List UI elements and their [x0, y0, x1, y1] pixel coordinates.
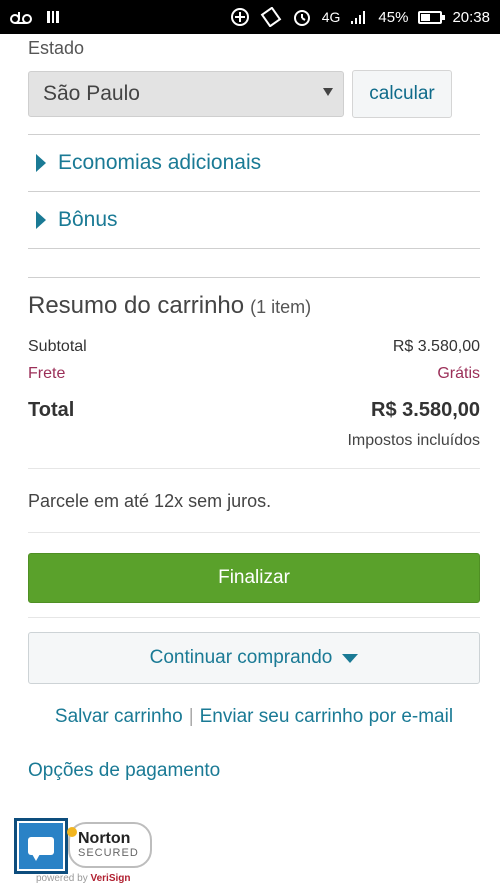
cart-links: Salvar carrinho | Enviar seu carrinho po… [28, 706, 480, 728]
installments-text: Parcele em até 12x sem juros. [28, 491, 272, 511]
dropdown-arrow-icon [323, 88, 333, 96]
estado-select[interactable]: São Paulo [28, 71, 344, 117]
divider [28, 277, 480, 278]
chevron-down-icon [342, 653, 359, 663]
expander-label: Economias adicionais [58, 151, 262, 174]
expander-economias[interactable]: Economias adicionais [28, 135, 480, 192]
divider [28, 532, 480, 533]
status-bar: 4G 45% 20:38 [0, 0, 500, 34]
data-saver-icon [230, 7, 250, 27]
item-count: (1 item) [250, 297, 312, 317]
expand-triangle-icon [36, 211, 46, 229]
frete-label: Frete [28, 365, 66, 382]
chat-button[interactable] [14, 818, 68, 874]
powered-by-verisign: powered by VeriSign [36, 873, 131, 884]
clock: 20:38 [452, 8, 490, 26]
expand-triangle-icon [36, 154, 46, 172]
summary-title: Resumo do carrinho (1 item) [28, 292, 480, 320]
total-row: Total R$ 3.580,00 [28, 399, 480, 422]
norton-check-icon [67, 827, 77, 837]
frete-value: Grátis [437, 365, 480, 382]
link-separator: | [188, 706, 194, 727]
frete-row: Frete Grátis [28, 365, 480, 383]
subtotal-label: Subtotal [28, 338, 87, 355]
verisign-brand: VeriSign [90, 873, 131, 884]
norton-secured-text: SECURED [78, 847, 139, 859]
taxes-note: Impostos incluídos [347, 432, 480, 449]
continuar-comprando-button[interactable]: Continuar comprando [28, 632, 480, 684]
total-label: Total [28, 399, 75, 421]
voicemail-icon [10, 10, 32, 24]
rotate-icon [260, 7, 282, 27]
chat-bubble-icon [28, 837, 54, 861]
enviar-carrinho-link[interactable]: Enviar seu carrinho por e-mail [200, 706, 453, 728]
opcoes-pagamento-link[interactable]: Opções de pagamento [28, 760, 480, 782]
powered-prefix: powered by [36, 873, 88, 884]
salvar-carrinho-link[interactable]: Salvar carrinho [55, 706, 183, 728]
alarm-icon [292, 7, 312, 27]
expander-label: Bônus [58, 208, 118, 231]
subtotal-row: Subtotal R$ 3.580,00 [28, 338, 480, 356]
norton-secured-badge[interactable]: Norton SECURED [67, 822, 152, 868]
total-value: R$ 3.580,00 [371, 399, 480, 421]
network-type: 4G [321, 9, 341, 25]
divider [28, 468, 480, 469]
signal-icon [350, 9, 368, 25]
notification-icon [46, 9, 60, 25]
battery-icon [418, 10, 446, 24]
estado-select-value: São Paulo [43, 82, 140, 105]
subtotal-value: R$ 3.580,00 [392, 338, 480, 355]
divider [28, 617, 480, 618]
cart-content: Estado São Paulo calcular Economias adic… [28, 34, 480, 782]
finalizar-button[interactable]: Finalizar [28, 553, 480, 603]
calcular-button[interactable]: calcular [352, 70, 452, 118]
summary-heading: Resumo do carrinho [28, 292, 245, 319]
expander-bonus[interactable]: Bônus [28, 192, 480, 249]
estado-label: Estado [28, 38, 85, 58]
continuar-label: Continuar comprando [149, 647, 333, 668]
norton-name: Norton [78, 830, 131, 847]
battery-percent: 45% [378, 8, 409, 26]
